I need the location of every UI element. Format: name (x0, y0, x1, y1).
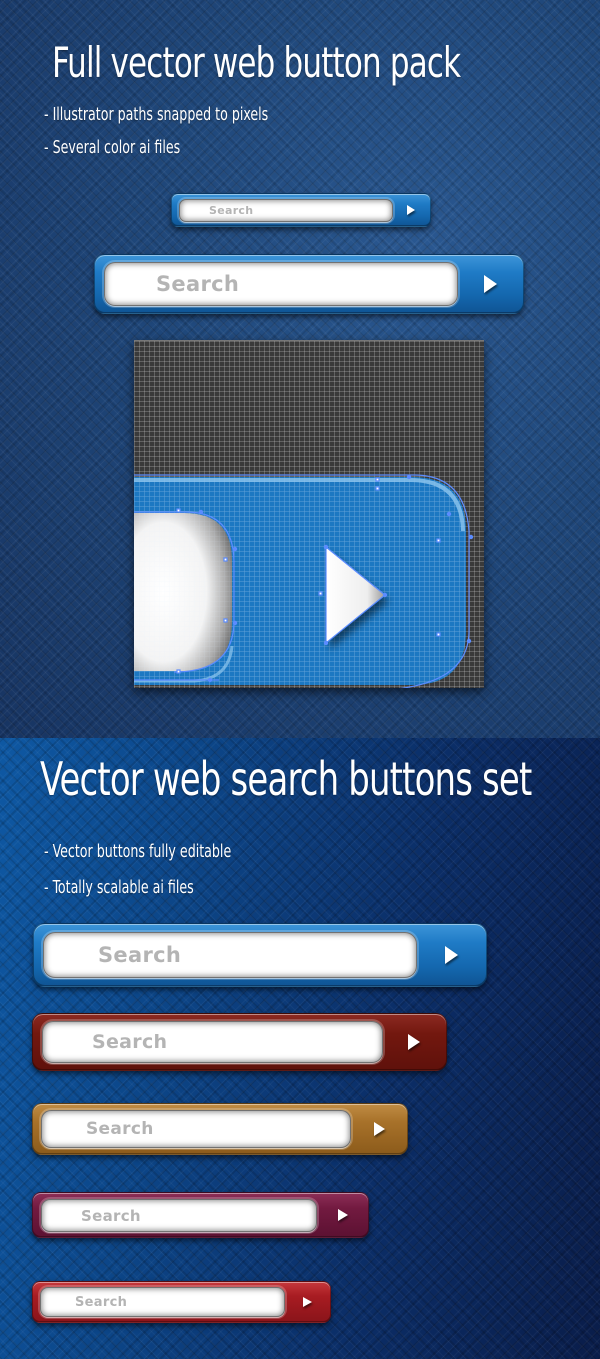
search-submit-button[interactable] (392, 194, 430, 226)
search-submit-button[interactable] (351, 1104, 407, 1154)
play-arrow-icon (373, 1122, 385, 1136)
illustrator-zoom-preview (134, 340, 484, 688)
search-bar-gold: Search (32, 1103, 408, 1155)
search-input[interactable]: Search (40, 1287, 285, 1317)
search-placeholder: Search (86, 1119, 154, 1139)
play-arrow-icon (408, 1034, 420, 1050)
search-input[interactable]: Search (179, 199, 393, 222)
search-submit-button[interactable] (284, 1282, 330, 1322)
bottom-bullet-1: - Vector buttons fully editable (44, 841, 232, 862)
search-bar-small-blue: Search (171, 193, 431, 227)
bottom-title: Vector web search buttons set (40, 752, 532, 806)
play-arrow-icon (407, 205, 415, 215)
search-input[interactable]: Search (41, 1199, 317, 1232)
search-submit-button[interactable] (382, 1014, 446, 1070)
top-title: Full vector web button pack (52, 38, 461, 87)
search-bar-red: Search (32, 1281, 331, 1323)
search-bar-medium-blue: Search (94, 254, 524, 314)
search-placeholder: Search (92, 1031, 168, 1053)
search-placeholder: Search (98, 943, 182, 967)
search-placeholder: Search (75, 1294, 128, 1310)
search-bar-blue: Search (33, 923, 487, 987)
search-input[interactable]: Search (104, 262, 458, 306)
play-arrow-icon (444, 946, 458, 964)
search-placeholder: Search (81, 1206, 141, 1225)
zoom-preview-artwork (134, 474, 474, 688)
search-input[interactable]: Search (42, 1021, 383, 1063)
search-submit-button[interactable] (416, 924, 486, 986)
bottom-bullet-2: - Totally scalable ai files (44, 877, 194, 898)
search-input[interactable]: Search (43, 932, 417, 978)
top-bullet-1: - Illustrator paths snapped to pixels (44, 104, 269, 125)
search-bar-maroon: Search (32, 1013, 447, 1071)
search-submit-button[interactable] (318, 1193, 368, 1237)
play-arrow-icon (302, 1297, 312, 1307)
search-input[interactable]: Search (41, 1110, 351, 1148)
search-placeholder: Search (156, 272, 240, 296)
search-placeholder: Search (209, 204, 254, 217)
search-submit-button[interactable] (457, 255, 523, 313)
search-bar-purple: Search (32, 1192, 369, 1238)
top-bullet-2: - Several color ai files (44, 137, 181, 158)
play-arrow-icon (338, 1209, 348, 1221)
play-arrow-icon (483, 275, 497, 293)
